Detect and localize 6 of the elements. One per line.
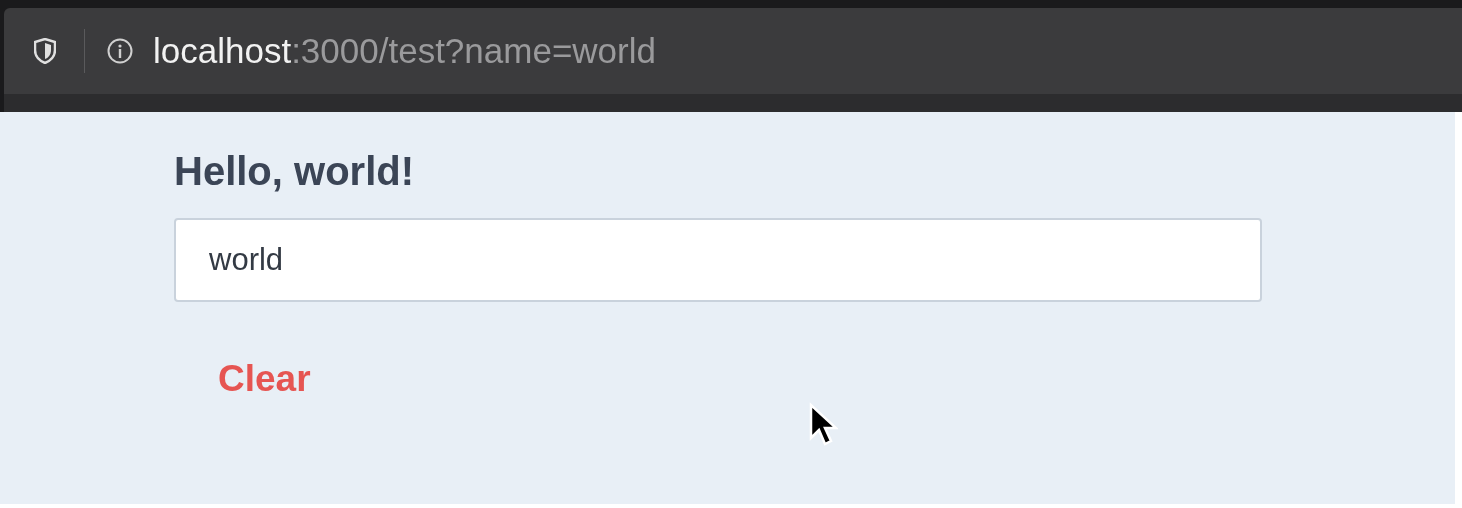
address-bar[interactable]: localhost:3000/test?name=world (4, 8, 1462, 112)
shield-icon[interactable] (34, 38, 56, 64)
url-text[interactable]: localhost:3000/test?name=world (153, 31, 656, 71)
info-icon[interactable] (107, 38, 133, 64)
name-field[interactable]: world (174, 218, 1262, 302)
page-heading: Hello, world! (174, 148, 414, 195)
